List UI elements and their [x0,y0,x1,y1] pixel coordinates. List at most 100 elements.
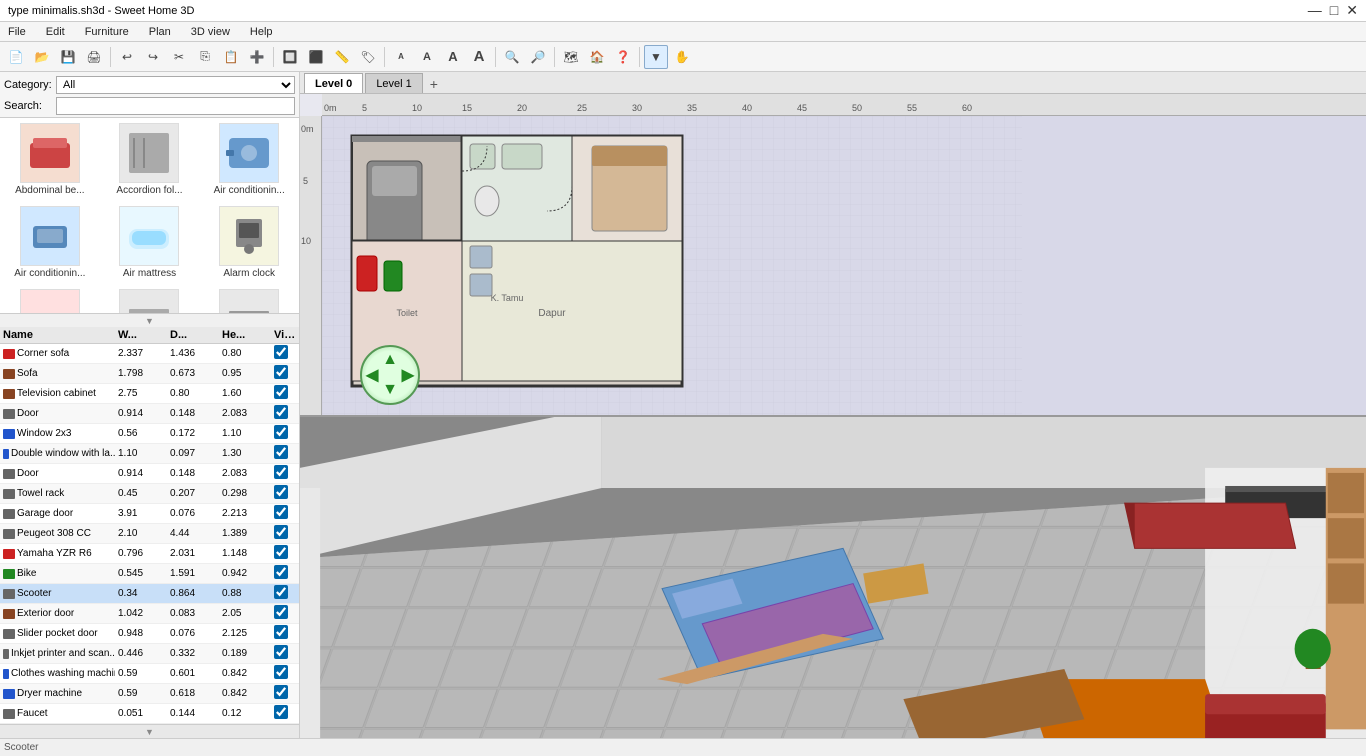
nav-right[interactable]: ▶ [402,365,414,385]
navigation-arrows[interactable]: ▲ ▼ ◀ ▶ [360,345,420,405]
zoom-out-button[interactable]: 🔎 [526,45,550,69]
visibility-checkbox[interactable] [274,665,288,679]
text-a2[interactable]: A [415,45,439,69]
add-furn-button[interactable]: ➕ [245,45,269,69]
visibility-checkbox[interactable] [274,545,288,559]
furniture-row[interactable]: Inkjet printer and scan... 0.446 0.332 0… [0,644,299,664]
visibility-checkbox[interactable] [274,405,288,419]
furn-grid-item[interactable]: Abdominal be... [0,118,100,201]
furniture-row[interactable]: Window 2x3 0.56 0.172 1.10 [0,424,299,444]
furn-visible[interactable] [271,444,299,463]
add-level-button[interactable]: + [425,75,443,93]
furn-visible[interactable] [271,624,299,643]
view-3d-button[interactable]: 🏠 [585,45,609,69]
furn-grid-item[interactable]: Allen organ [0,284,100,313]
category-select[interactable]: All [56,76,295,94]
open-button[interactable]: 📂 [30,45,54,69]
furniture-row[interactable]: Faucet 0.051 0.144 0.12 [0,704,299,724]
cut-button[interactable]: ✂ [167,45,191,69]
visibility-checkbox[interactable] [274,445,288,459]
furn-grid-item[interactable]: Air conditionin... [199,118,299,201]
furniture-row[interactable]: Clothes washing machine 0.59 0.601 0.842 [0,664,299,684]
tool-label[interactable]: 🏷 [356,45,380,69]
new-button[interactable]: 📄 [4,45,28,69]
menu-file[interactable]: File [4,26,30,38]
furniture-row[interactable]: Exterior door 1.042 0.083 2.05 [0,604,299,624]
maximize-button[interactable]: □ [1330,2,1338,19]
furn-grid-item[interactable]: Air conditionin... [0,201,100,284]
redo-button[interactable]: ↪ [141,45,165,69]
visibility-checkbox[interactable] [274,585,288,599]
furn-grid-item[interactable]: Angle shelf 198 [199,284,299,313]
zoom-in-button[interactable]: 🔍 [500,45,524,69]
furn-grid-item[interactable]: Accordion fol... [100,118,200,201]
minimize-button[interactable]: — [1308,2,1322,19]
tool-wall[interactable]: 🔲 [278,45,302,69]
furniture-row[interactable]: Corner sofa 2.337 1.436 0.80 [0,344,299,364]
text-a3[interactable]: A [441,45,465,69]
furniture-row[interactable]: Sofa 1.798 0.673 0.95 [0,364,299,384]
text-a4[interactable]: A [467,45,491,69]
furniture-scroll-indicator[interactable]: ▼ [0,313,299,327]
furniture-list-scroll[interactable]: ▼ [0,724,299,738]
furn-visible[interactable] [271,484,299,503]
furn-visible[interactable] [271,644,299,663]
view-2d-button[interactable]: 🗺 [559,45,583,69]
furn-visible[interactable] [271,524,299,543]
furn-visible[interactable] [271,404,299,423]
menu-plan[interactable]: Plan [145,26,175,38]
furn-visible[interactable] [271,504,299,523]
visibility-checkbox[interactable] [274,365,288,379]
furniture-row[interactable]: Bike 0.545 1.591 0.942 [0,564,299,584]
furn-visible[interactable] [271,544,299,563]
furniture-row[interactable]: Dryer machine 0.59 0.618 0.842 [0,684,299,704]
furn-visible[interactable] [271,344,299,363]
3d-view[interactable] [300,417,1366,738]
furniture-row[interactable]: Yamaha YZR R6 0.796 2.031 1.148 [0,544,299,564]
furn-grid-item[interactable]: Angle shelf 160 [100,284,200,313]
menu-furniture[interactable]: Furniture [81,26,133,38]
furn-visible[interactable] [271,584,299,603]
furniture-row[interactable]: Scooter 0.34 0.864 0.88 [0,584,299,604]
furn-visible[interactable] [271,684,299,703]
nav-down[interactable]: ▼ [382,381,398,399]
visibility-checkbox[interactable] [274,605,288,619]
undo-button[interactable]: ↩ [115,45,139,69]
select-tool[interactable]: ▼ [644,45,668,69]
furn-visible[interactable] [271,704,299,723]
furniture-row[interactable]: Slider pocket door 0.948 0.076 2.125 [0,624,299,644]
furn-visible[interactable] [271,464,299,483]
furniture-row[interactable]: Towel rack 0.45 0.207 0.298 [0,484,299,504]
search-input[interactable] [56,97,295,115]
visibility-checkbox[interactable] [274,645,288,659]
visibility-checkbox[interactable] [274,485,288,499]
level-0-tab[interactable]: Level 0 [304,73,363,93]
tool-room[interactable]: ⬛ [304,45,328,69]
print-button[interactable]: 🖨 [82,45,106,69]
save-button[interactable]: 💾 [56,45,80,69]
help-button[interactable]: ❓ [611,45,635,69]
furn-grid-item[interactable]: Alarm clock [199,201,299,284]
level-1-tab[interactable]: Level 1 [365,73,422,93]
furniture-row[interactable]: Television cabinet 2.75 0.80 1.60 [0,384,299,404]
furniture-row[interactable]: Double window with la... 1.10 0.097 1.30 [0,444,299,464]
nav-up[interactable]: ▲ [382,351,398,369]
tool-dimension[interactable]: 📏 [330,45,354,69]
furn-visible[interactable] [271,424,299,443]
paste-button[interactable]: 📋 [219,45,243,69]
text-a1[interactable]: A [389,45,413,69]
furn-visible[interactable] [271,564,299,583]
furn-grid-item[interactable]: Air mattress [100,201,200,284]
floor-plan-area[interactable]: 0m 5 10 15 20 25 30 35 40 45 50 55 60 [300,94,1366,417]
copy-button[interactable]: ⎘ [193,45,217,69]
visibility-checkbox[interactable] [274,345,288,359]
furniture-row[interactable]: Door 0.914 0.148 2.083 [0,464,299,484]
menu-edit[interactable]: Edit [42,26,69,38]
furn-visible[interactable] [271,364,299,383]
visibility-checkbox[interactable] [274,685,288,699]
menu-3dview[interactable]: 3D view [187,26,234,38]
close-button[interactable]: ✕ [1346,2,1358,19]
furn-visible[interactable] [271,604,299,623]
floor-plan-canvas[interactable]: Dapur K. Tamu Toilet [322,116,1366,415]
visibility-checkbox[interactable] [274,625,288,639]
